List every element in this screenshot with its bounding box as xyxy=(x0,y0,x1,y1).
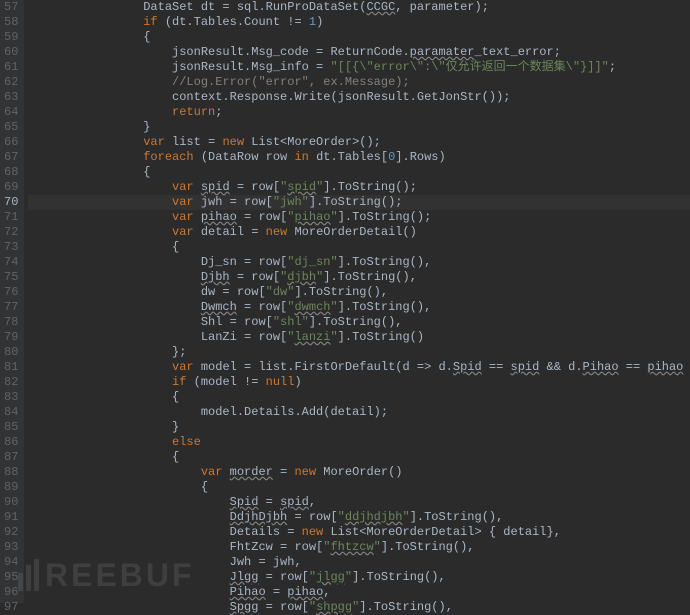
code-line[interactable]: Spid = spid, xyxy=(28,495,690,510)
code-line[interactable]: return; xyxy=(28,105,690,120)
line-number: 59 xyxy=(4,30,18,45)
line-number: 78 xyxy=(4,315,18,330)
line-number: 72 xyxy=(4,225,18,240)
code-line[interactable]: var list = new List<MoreOrder>(); xyxy=(28,135,690,150)
line-number: 75 xyxy=(4,270,18,285)
line-number: 88 xyxy=(4,465,18,480)
line-number: 86 xyxy=(4,435,18,450)
line-number: 69 xyxy=(4,180,18,195)
line-number: 94 xyxy=(4,555,18,570)
line-number: 81 xyxy=(4,360,18,375)
code-line[interactable]: jsonResult.Msg_info = "[[{\"error\":\"仅允… xyxy=(28,60,690,75)
line-number: 80 xyxy=(4,345,18,360)
line-number: 65 xyxy=(4,120,18,135)
code-line[interactable]: var spid = row["spid"].ToString(); xyxy=(28,180,690,195)
code-line[interactable]: var morder = new MoreOrder() xyxy=(28,465,690,480)
line-number-gutter: 5758596061626364656667686970717273747576… xyxy=(0,0,24,603)
line-number: 91 xyxy=(4,510,18,525)
code-line[interactable]: { xyxy=(28,390,690,405)
code-line[interactable]: Shl = row["shl"].ToString(), xyxy=(28,315,690,330)
line-number: 71 xyxy=(4,210,18,225)
line-number: 87 xyxy=(4,450,18,465)
line-number: 67 xyxy=(4,150,18,165)
code-line[interactable]: //Log.Error("error", ex.Message); xyxy=(28,75,690,90)
code-line[interactable]: var pihao = row["pihao"].ToString(); xyxy=(28,210,690,225)
code-line[interactable]: { xyxy=(28,165,690,180)
code-line[interactable]: if (dt.Tables.Count != 1) xyxy=(28,15,690,30)
code-line[interactable]: jsonResult.Msg_code = ReturnCode.paramat… xyxy=(28,45,690,60)
line-number: 61 xyxy=(4,60,18,75)
line-number: 92 xyxy=(4,525,18,540)
line-number: 64 xyxy=(4,105,18,120)
code-line[interactable]: Dj_sn = row["dj_sn"].ToString(), xyxy=(28,255,690,270)
line-number: 66 xyxy=(4,135,18,150)
code-line[interactable]: Pihao = pihao, xyxy=(28,585,690,600)
line-number: 62 xyxy=(4,75,18,90)
code-editor[interactable]: 5758596061626364656667686970717273747576… xyxy=(0,0,690,603)
code-line[interactable]: FhtZcw = row["fhtzcw"].ToString(), xyxy=(28,540,690,555)
code-line[interactable]: } xyxy=(28,420,690,435)
code-line[interactable]: } xyxy=(28,120,690,135)
line-number: 58 xyxy=(4,15,18,30)
code-line[interactable]: LanZi = row["lanzi"].ToString() xyxy=(28,330,690,345)
line-number: 83 xyxy=(4,390,18,405)
line-number: 89 xyxy=(4,480,18,495)
line-number: 57 xyxy=(4,0,18,15)
line-number: 73 xyxy=(4,240,18,255)
code-line[interactable]: DdjhDjbh = row["ddjhdjbh"].ToString(), xyxy=(28,510,690,525)
line-number: 74 xyxy=(4,255,18,270)
code-line[interactable]: { xyxy=(28,450,690,465)
line-number: 95 xyxy=(4,570,18,585)
code-line[interactable]: Jlgg = row["jlgg"].ToString(), xyxy=(28,570,690,585)
code-line[interactable]: model.Details.Add(detail); xyxy=(28,405,690,420)
code-line[interactable]: Spgg = row["shpgg"].ToString(), xyxy=(28,600,690,615)
code-line[interactable]: Details = new List<MoreOrderDetail> { de… xyxy=(28,525,690,540)
line-number: 63 xyxy=(4,90,18,105)
code-area[interactable]: DataSet dt = sql.RunProDataSet(CCGC, par… xyxy=(24,0,690,603)
code-line[interactable]: { xyxy=(28,480,690,495)
code-line[interactable]: { xyxy=(28,240,690,255)
code-line[interactable]: else xyxy=(28,435,690,450)
line-number: 70 xyxy=(4,195,18,210)
line-number: 68 xyxy=(4,165,18,180)
code-line[interactable]: var jwh = row["jwh"].ToString(); xyxy=(28,195,690,210)
code-line[interactable]: }; xyxy=(28,345,690,360)
code-line[interactable]: { xyxy=(28,30,690,45)
line-number: 93 xyxy=(4,540,18,555)
code-line[interactable]: context.Response.Write(jsonResult.GetJon… xyxy=(28,90,690,105)
line-number: 90 xyxy=(4,495,18,510)
code-line[interactable]: var model = list.FirstOrDefault(d => d.S… xyxy=(28,360,690,375)
code-line[interactable]: Djbh = row["djbh"].ToString(), xyxy=(28,270,690,285)
line-number: 96 xyxy=(4,585,18,600)
line-number: 84 xyxy=(4,405,18,420)
line-number: 79 xyxy=(4,330,18,345)
line-number: 60 xyxy=(4,45,18,60)
line-number: 76 xyxy=(4,285,18,300)
line-number: 77 xyxy=(4,300,18,315)
code-line[interactable]: if (model != null) xyxy=(28,375,690,390)
code-line[interactable]: Jwh = jwh, xyxy=(28,555,690,570)
line-number: 82 xyxy=(4,375,18,390)
code-line[interactable]: DataSet dt = sql.RunProDataSet(CCGC, par… xyxy=(28,0,690,15)
code-line[interactable]: foreach (DataRow row in dt.Tables[0].Row… xyxy=(28,150,690,165)
code-line[interactable]: var detail = new MoreOrderDetail() xyxy=(28,225,690,240)
line-number: 85 xyxy=(4,420,18,435)
line-number: 97 xyxy=(4,600,18,615)
code-line[interactable]: dw = row["dw"].ToString(), xyxy=(28,285,690,300)
code-line[interactable]: Dwmch = row["dwmch"].ToString(), xyxy=(28,300,690,315)
